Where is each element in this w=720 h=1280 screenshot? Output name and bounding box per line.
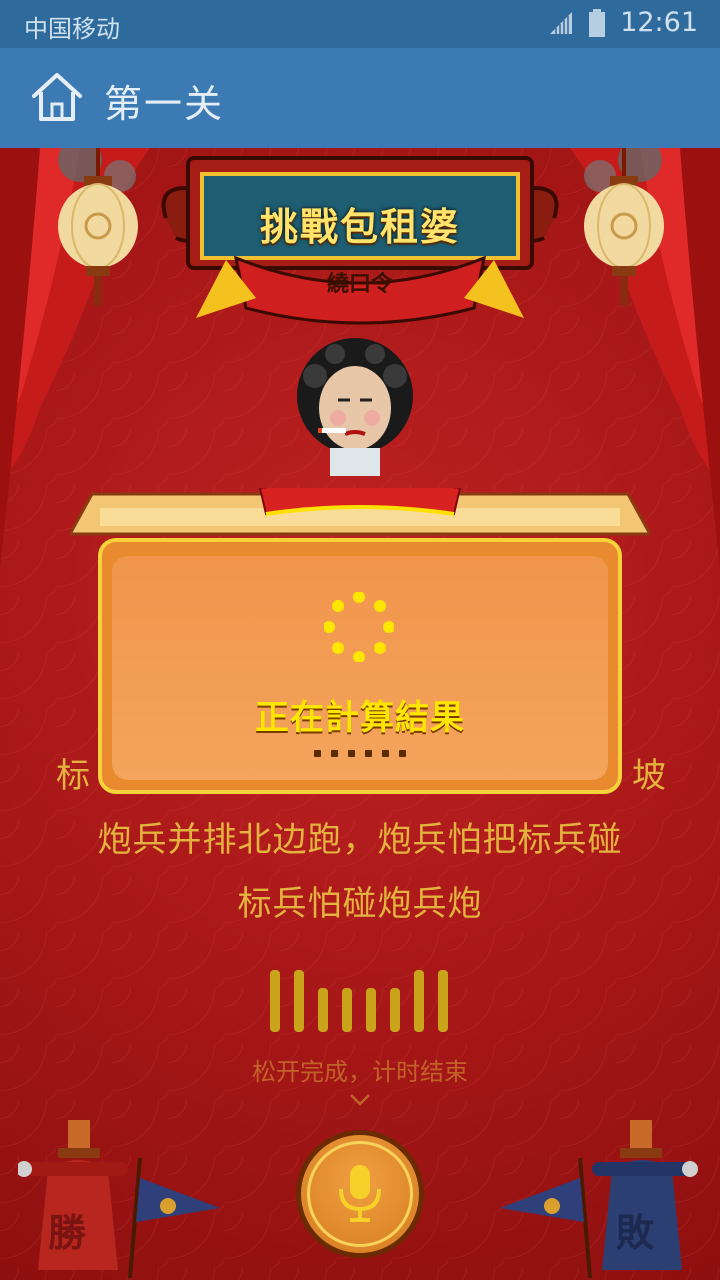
landlady-avatar (297, 338, 413, 476)
status-bar: 中国移动 12:61 (0, 0, 720, 48)
loading-dialog: 正在計算結果 (98, 538, 622, 794)
voice-waveform (270, 968, 452, 1032)
game-stage: 挑戰包租婆 繞口令 正在計算結果 标 坡 炮兵并排北边跑，炮兵怕把标兵碰 标兵怕… (0, 148, 720, 1280)
flag-right (500, 1158, 592, 1278)
title-sign: 挑戰包租婆 繞口令 (156, 148, 564, 338)
battery-icon (589, 8, 606, 37)
lyric-line-2: 炮兵并排北边跑，炮兵怕把标兵碰 (97, 820, 623, 860)
lantern-right (584, 148, 664, 306)
soldier-lose-label: 敗 (616, 1211, 655, 1255)
chevron-down-icon (350, 1094, 370, 1106)
lyric-line-3: 标兵怕碰炮兵炮 (237, 884, 483, 924)
home-icon[interactable] (30, 72, 84, 124)
microphone-button[interactable] (296, 1130, 424, 1258)
signal-icon (550, 11, 573, 34)
flag-left (128, 1158, 220, 1278)
clock: 12:61 (620, 7, 698, 38)
carrier-name: 中国移动 (24, 15, 120, 43)
lyric-line-1-left: 标 (56, 756, 91, 796)
soldier-lose: 敗 (592, 1120, 712, 1280)
app-bar: 第一关 (0, 48, 720, 148)
page-title: 第一关 (104, 82, 225, 126)
sign-subtitle: 繞口令 (326, 272, 393, 297)
soldier-win: 勝 (18, 1120, 138, 1280)
loading-dots (102, 742, 618, 761)
recording-hint: 松开完成，计时结束 (252, 1058, 468, 1086)
lantern-left (58, 148, 138, 306)
lyric-line-1-right: 坡 (632, 756, 667, 796)
scroll-top (70, 488, 650, 536)
loading-message: 正在計算結果 (255, 698, 465, 738)
sign-title: 挑戰包租婆 (259, 205, 460, 249)
status-icons: 12:61 (548, 7, 698, 38)
microphone-icon (339, 1165, 381, 1222)
loading-spinner-icon (324, 592, 394, 662)
soldier-win-label: 勝 (48, 1211, 87, 1255)
